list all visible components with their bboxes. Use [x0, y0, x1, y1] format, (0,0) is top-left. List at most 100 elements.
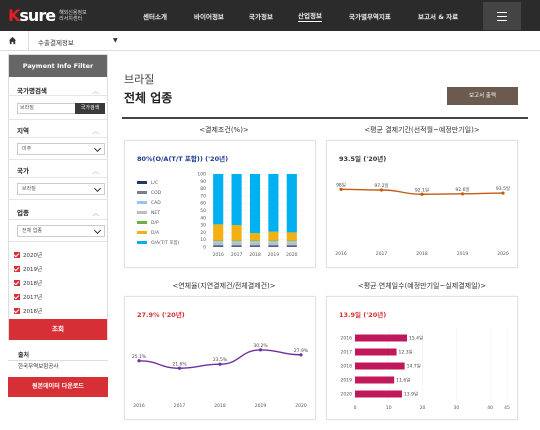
- breadcrumb-label[interactable]: 수출결제정보: [38, 37, 74, 47]
- bar-segment: [213, 246, 224, 247]
- breadcrumb-divider: [28, 31, 29, 51]
- checkbox-checked-icon: [14, 308, 20, 314]
- nav-item-center-intro[interactable]: 센터소개: [143, 0, 167, 31]
- x-tick-label: 2019: [255, 403, 267, 409]
- nav-item-trade-indicators[interactable]: 국가별무역지표: [349, 0, 391, 31]
- nav-item-buyer-info[interactable]: 바이어정보: [194, 0, 224, 31]
- payment-terms-title: <결제조건(%)>: [199, 126, 249, 134]
- data-label: 11.6일: [396, 377, 410, 384]
- checkbox-checked-icon: [14, 266, 20, 272]
- data-label: 30.2%: [253, 343, 268, 349]
- country-search-value: 브라질: [20, 105, 34, 111]
- nav-item-country-info[interactable]: 국가정보: [249, 0, 273, 31]
- legend-swatch: [137, 201, 147, 204]
- print-report-button[interactable]: 보고서 출력: [447, 87, 518, 105]
- data-label: 97.2일: [374, 182, 388, 189]
- hamburger-menu-button[interactable]: [483, 2, 521, 30]
- data-label: 15.4일: [409, 335, 423, 342]
- avg-payment-period-chart: 98일 2016 97.2일 2017 92.1일 2018 92.6일 2019 93.5일 2…: [335, 181, 510, 257]
- logo-mark-k: K: [8, 6, 20, 25]
- bar: [355, 362, 405, 370]
- region-select[interactable]: 미주: [17, 143, 105, 155]
- y-tick-label: 40: [200, 215, 206, 221]
- y-tick-label: 2017: [341, 350, 353, 356]
- legend-label: CAD: [151, 200, 161, 206]
- chevron-down-icon: [93, 184, 102, 193]
- hamburger-line: [497, 12, 507, 13]
- data-label: 21.6%: [172, 361, 187, 367]
- data-label: 98일: [336, 181, 346, 188]
- logo-subtitle: 해외신용정보 리서치센터: [59, 10, 87, 22]
- x-tick-label: 2020: [286, 252, 298, 258]
- avg-overdue-days-title: <평균 연체일수(예정만기일~실제결제일)>: [357, 282, 487, 290]
- avg-payment-period-panel: 93.5일 ('20년) 98일 2016 97.2일 2017 92.1일 2018 92…: [326, 140, 518, 268]
- divider: [9, 119, 107, 120]
- logo-line-1: 해외신용정보: [59, 9, 87, 16]
- year-label: 2016년: [23, 309, 43, 315]
- year-label: 2018년: [23, 281, 43, 287]
- download-raw-data-button[interactable]: 원본데이터 다운로드: [8, 377, 108, 397]
- bar: [355, 348, 397, 356]
- home-icon[interactable]: [8, 36, 17, 45]
- y-tick-label: 0: [203, 245, 206, 251]
- bar-segment: [268, 244, 279, 247]
- legend-swatch: [137, 221, 147, 224]
- collapse-chevron-icon: ︿: [92, 167, 100, 175]
- country-select[interactable]: 브라질: [17, 183, 105, 195]
- collapse-chevron-icon: ︿: [92, 209, 100, 217]
- year-checkbox-2016[interactable]: 2016년: [14, 307, 42, 315]
- bar-segment: [249, 174, 261, 234]
- year-label: 2019년: [23, 267, 43, 273]
- y-tick-label: 10: [200, 237, 206, 243]
- data-label: 93.5일: [496, 185, 510, 192]
- y-tick-label: 70: [200, 193, 206, 199]
- data-label: 92.1일: [415, 186, 429, 193]
- payment-terms-chart: 0 102030 405060 708090100 2016 2017 2018 2019 20…: [137, 172, 301, 258]
- sidebar-title: Payment Info Filter: [9, 55, 107, 77]
- bar-segment: [213, 224, 224, 241]
- legend-label: D/A: [151, 230, 160, 236]
- divider: [9, 137, 107, 138]
- y-tick-label: 90: [200, 179, 206, 185]
- divider: [8, 360, 108, 361]
- delinquency-rate-chart: 25.1% 2016 21.6% 2017 23.5% 2018 30.2% 2019 27.9…: [132, 343, 309, 409]
- data-label: 14.7일: [407, 363, 421, 370]
- bar-segment: [286, 240, 297, 242]
- industry-select[interactable]: 전체 업종: [17, 225, 105, 237]
- x-tick-label: 30: [453, 405, 459, 411]
- hamburger-line: [497, 16, 507, 17]
- bar: [355, 376, 395, 384]
- x-tick-label: 10: [386, 405, 392, 411]
- search-button[interactable]: 조회: [9, 319, 107, 340]
- region-value: 미주: [22, 146, 32, 152]
- divider: [9, 199, 107, 200]
- chevron-down-icon: [93, 144, 102, 153]
- logo-line-2: 리서치센터: [59, 15, 83, 22]
- year-checkbox-2017[interactable]: 2017년: [14, 293, 42, 301]
- caret-down-icon[interactable]: ▼: [113, 37, 118, 44]
- nav-item-reports[interactable]: 보고서 & 자료: [418, 0, 458, 31]
- collapse-chevron-icon: ︿: [92, 87, 100, 95]
- page-sector-title: 전체 업종: [124, 91, 173, 105]
- year-checkbox-2019[interactable]: 2019년: [14, 265, 42, 273]
- nav-item-industry-info[interactable]: 산업정보: [298, 0, 322, 31]
- ksure-logo[interactable]: Ksure 해외신용정보 리서치센터: [8, 6, 87, 25]
- year-checkbox-2018[interactable]: 2018년: [14, 279, 42, 287]
- divider: [9, 159, 107, 160]
- collapse-chevron-icon: ︿: [92, 127, 100, 135]
- country-search-input[interactable]: 브라질 국가검색: [17, 103, 105, 114]
- header-divider: [122, 117, 528, 119]
- x-tick-label: 2018: [416, 251, 428, 257]
- bar-segment: [268, 242, 279, 245]
- nav-item-industry-info-label: 산업정보: [298, 11, 322, 22]
- checkbox-checked-icon: [14, 252, 20, 258]
- legend-swatch: [137, 231, 147, 234]
- year-checkbox-2020[interactable]: 2020년: [14, 251, 42, 259]
- bar-segment: [249, 241, 261, 243]
- avg-payment-period-title: <평균 결제기간(선적월~예정만기일)>: [364, 126, 480, 134]
- y-tick-label: 2019: [341, 378, 353, 384]
- bar-segment: [249, 240, 261, 242]
- x-tick-label: 2017: [231, 252, 243, 258]
- country-search-button[interactable]: 국가검색: [75, 103, 105, 114]
- filter-sidebar: Payment Info Filter 국가명검색 ︿ 브라질 국가검색 지역 …: [8, 54, 108, 340]
